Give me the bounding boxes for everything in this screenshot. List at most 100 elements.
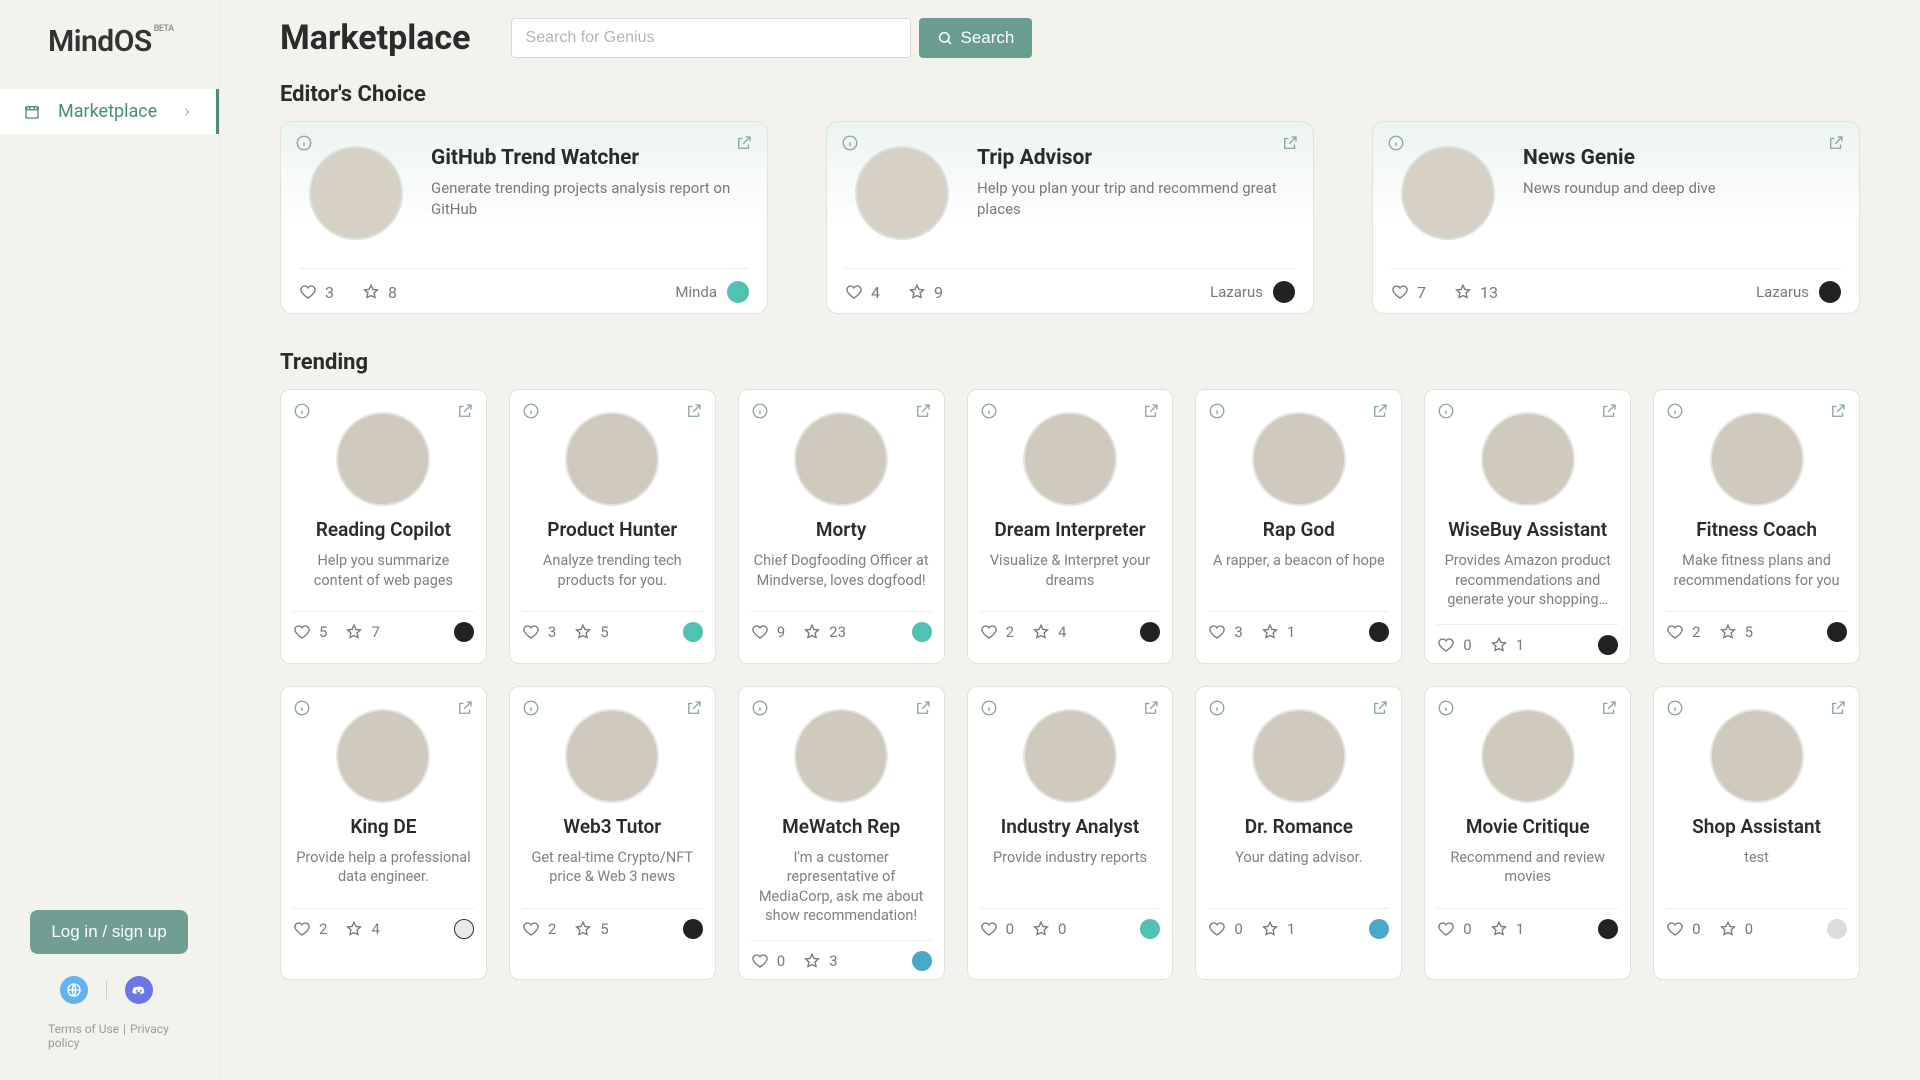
info-icon[interactable] [293,402,311,420]
stars-stat[interactable]: 9 [908,283,943,302]
external-link-icon[interactable] [1142,699,1160,717]
stars-stat[interactable]: 8 [362,283,397,302]
likes-stat[interactable]: 2 [980,623,1014,641]
terms-link[interactable]: Terms of Use [48,1022,119,1036]
info-icon[interactable] [1208,402,1226,420]
info-icon[interactable] [751,699,769,717]
trending-card[interactable]: King DE Provide help a professional data… [280,686,487,980]
stars-count: 5 [600,623,608,641]
trending-card[interactable]: Reading Copilot Help you summarize conte… [280,389,487,664]
info-icon[interactable] [980,402,998,420]
trending-card[interactable]: WiseBuy Assistant Provides Amazon produc… [1424,389,1631,664]
stars-stat[interactable]: 1 [1490,636,1524,654]
trending-card[interactable]: Morty Chief Dogfooding Officer at Mindve… [738,389,945,664]
info-icon[interactable] [841,134,859,152]
editor-card[interactable]: Trip Advisor Help you plan your trip and… [826,121,1314,314]
stars-stat[interactable]: 1 [1261,623,1295,641]
stars-stat[interactable]: 4 [345,920,379,938]
card-title: Web3 Tutor [522,815,703,838]
info-icon[interactable] [1387,134,1405,152]
stars-stat[interactable]: 7 [345,623,379,641]
likes-stat[interactable]: 3 [299,283,334,302]
stars-stat[interactable]: 1 [1490,920,1524,938]
trending-card[interactable]: Shop Assistant test 0 0 [1653,686,1860,980]
stars-stat[interactable]: 5 [1719,623,1753,641]
stars-stat[interactable]: 13 [1454,283,1498,302]
card-description: News roundup and deep dive [1523,178,1716,199]
external-link-icon[interactable] [1829,699,1847,717]
info-icon[interactable] [522,402,540,420]
stars-stat[interactable]: 5 [574,623,608,641]
likes-stat[interactable]: 3 [1208,623,1242,641]
trending-card[interactable]: Dr. Romance Your dating advisor. 0 1 [1195,686,1402,980]
logo[interactable]: MindOSBETA [0,0,219,69]
info-icon[interactable] [1666,402,1684,420]
info-icon[interactable] [1208,699,1226,717]
stars-stat[interactable]: 4 [1032,623,1066,641]
card-description: A rapper, a beacon of hope [1208,551,1389,597]
trending-card[interactable]: Rap God A rapper, a beacon of hope 3 1 [1195,389,1402,664]
avatar [794,709,888,803]
card-description: Recommend and review movies [1437,848,1618,894]
info-icon[interactable] [980,699,998,717]
info-icon[interactable] [1437,402,1455,420]
stars-stat[interactable]: 0 [1719,920,1753,938]
login-signup-button[interactable]: Log in / sign up [30,910,188,954]
external-link-icon[interactable] [1829,402,1847,420]
likes-stat[interactable]: 0 [1437,636,1471,654]
likes-stat[interactable]: 0 [1208,920,1242,938]
stars-stat[interactable]: 0 [1032,920,1066,938]
external-link-icon[interactable] [914,699,932,717]
likes-stat[interactable]: 0 [751,952,785,970]
stars-stat[interactable]: 1 [1261,920,1295,938]
info-icon[interactable] [295,134,313,152]
external-link-icon[interactable] [1600,402,1618,420]
likes-stat[interactable]: 0 [980,920,1014,938]
external-link-icon[interactable] [685,699,703,717]
likes-stat[interactable]: 4 [845,283,880,302]
likes-stat[interactable]: 2 [1666,623,1700,641]
likes-stat[interactable]: 2 [293,920,327,938]
likes-stat[interactable]: 5 [293,623,327,641]
trending-card[interactable]: Product Hunter Analyze trending tech pro… [509,389,716,664]
search-button[interactable]: Search [919,18,1033,58]
info-icon[interactable] [522,699,540,717]
likes-stat[interactable]: 3 [522,623,556,641]
stars-stat[interactable]: 3 [803,952,837,970]
trending-card[interactable]: Industry Analyst Provide industry report… [967,686,1174,980]
editor-card[interactable]: GitHub Trend Watcher Generate trending p… [280,121,768,314]
author-badge [1819,281,1841,303]
external-link-icon[interactable] [914,402,932,420]
sidebar-item-marketplace[interactable]: Marketplace [0,89,219,134]
info-icon[interactable] [1666,699,1684,717]
likes-stat[interactable]: 0 [1437,920,1471,938]
external-link-icon[interactable] [456,402,474,420]
external-link-icon[interactable] [685,402,703,420]
external-link-icon[interactable] [1827,134,1845,152]
stars-stat[interactable]: 23 [803,623,846,641]
trending-card[interactable]: Fitness Coach Make fitness plans and rec… [1653,389,1860,664]
search-input[interactable] [511,18,911,58]
external-link-icon[interactable] [1281,134,1299,152]
trending-card[interactable]: Dream Interpreter Visualize & Interpret … [967,389,1174,664]
info-icon[interactable] [293,699,311,717]
external-link-icon[interactable] [1600,699,1618,717]
external-link-icon[interactable] [1371,402,1389,420]
likes-stat[interactable]: 9 [751,623,785,641]
trending-card[interactable]: MeWatch Rep I'm a customer representativ… [738,686,945,980]
discord-icon[interactable] [125,976,153,1004]
info-icon[interactable] [751,402,769,420]
external-link-icon[interactable] [1371,699,1389,717]
trending-card[interactable]: Web3 Tutor Get real-time Crypto/NFT pric… [509,686,716,980]
trending-card[interactable]: Movie Critique Recommend and review movi… [1424,686,1631,980]
external-link-icon[interactable] [1142,402,1160,420]
info-icon[interactable] [1437,699,1455,717]
editor-card[interactable]: News Genie News roundup and deep dive 7 … [1372,121,1860,314]
globe-icon[interactable] [60,976,88,1004]
external-link-icon[interactable] [735,134,753,152]
stars-stat[interactable]: 5 [574,920,608,938]
external-link-icon[interactable] [456,699,474,717]
likes-stat[interactable]: 2 [522,920,556,938]
likes-stat[interactable]: 0 [1666,920,1700,938]
likes-stat[interactable]: 7 [1391,283,1426,302]
